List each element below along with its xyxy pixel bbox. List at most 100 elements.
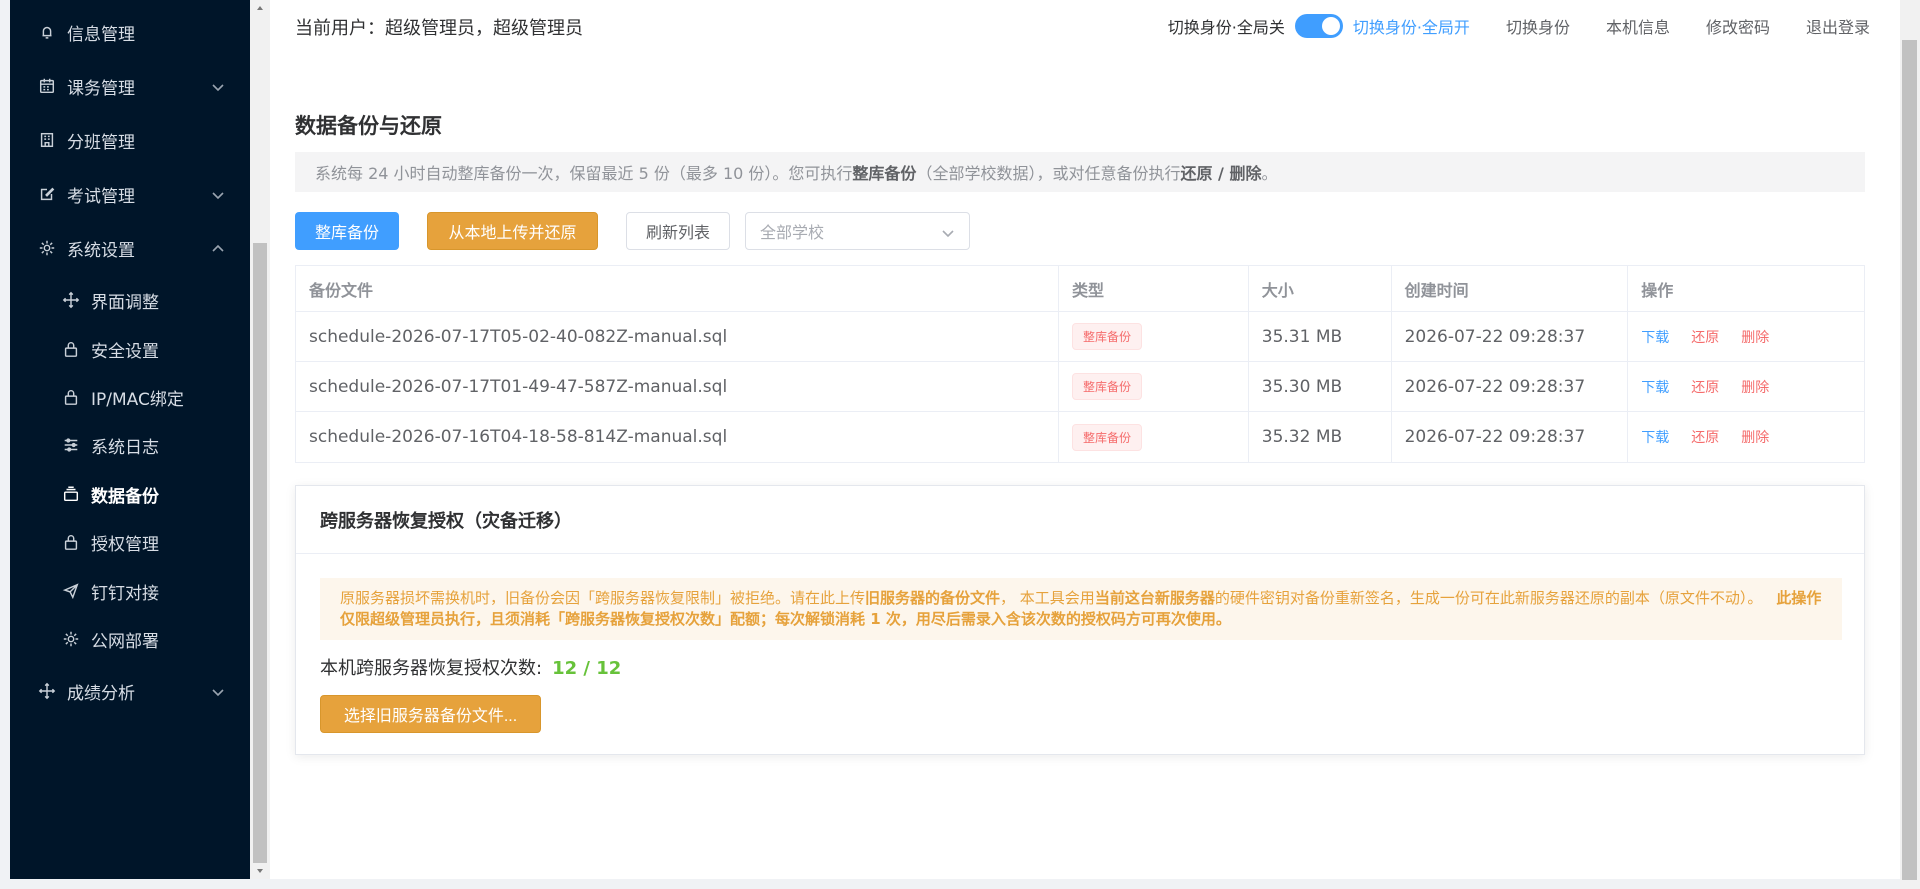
sidebar-item-5[interactable]: 界面调整 (10, 275, 250, 325)
table-row: schedule-2026-07-17T01-49-47-587Z-manual… (296, 362, 1864, 412)
cell-actions: 下载 还原 删除 (1628, 312, 1864, 361)
send-icon (61, 581, 81, 601)
restore-quota: 本机跨服务器恢复授权次数: 12 / 12 (320, 654, 621, 680)
sidebar-item-11[interactable]: 钉钉对接 (10, 566, 250, 616)
table-header-row: 备份文件 类型 大小 创建时间 操作 (296, 266, 1864, 312)
school-select-placeholder: 全部学校 (760, 223, 825, 242)
main-area: 当前用户：超级管理员，超级管理员 切换身份·全局关 切换身份·全局开 切换身份 … (270, 0, 1900, 879)
sidebar-item-7[interactable]: IP/MAC绑定 (10, 372, 250, 422)
warn-text-3: 的硬件密钥对备份重新签名，生成一份可在此新服务器还原的副本（原文件不动）。 (1214, 589, 1763, 607)
logout-link[interactable]: 退出登录 (1806, 14, 1870, 38)
upload-restore-button[interactable]: 从本地上传并还原 (427, 212, 598, 250)
calendar-icon (37, 76, 57, 96)
delete-link[interactable]: 删除 (1741, 427, 1769, 447)
sidebar-scrollbar-thumb[interactable] (253, 243, 267, 863)
backup-table: 备份文件 类型 大小 创建时间 操作 schedule-2026-07-17T0… (295, 265, 1865, 463)
chevron-down-icon (211, 187, 225, 201)
scroll-up-arrow-icon[interactable] (254, 2, 266, 14)
school-select[interactable]: 全部学校 (745, 212, 970, 250)
delete-link[interactable]: 删除 (1741, 377, 1769, 397)
sidebar-item-label: 钉钉对接 (91, 583, 159, 604)
content-panel: 数据备份与还原 系统每 24 小时自动整库备份一次，保留最近 5 份（最多 10… (270, 60, 1900, 879)
sidebar-item-label: 界面调整 (91, 292, 159, 313)
switch-off-label: 切换身份·全局关 (1167, 18, 1285, 37)
sidebar-item-4[interactable]: 系统设置 (10, 223, 250, 273)
cell-file: schedule-2026-07-16T04-18-58-814Z-manual… (296, 412, 1059, 462)
switch-identity-link[interactable]: 切换身份 (1506, 14, 1570, 38)
cell-time: 2026-07-22 09:28:37 (1392, 362, 1629, 411)
cell-type: 整库备份 (1059, 412, 1249, 462)
bell-icon (37, 22, 57, 42)
cell-size: 35.31 MB (1249, 312, 1392, 361)
header-time: 创建时间 (1392, 266, 1629, 311)
header-actions: 切换身份·全局关 切换身份·全局开 切换身份 本机信息 修改密码 退出登录 (1168, 14, 1870, 38)
global-identity-switch[interactable] (1294, 14, 1343, 38)
sidebar-item-8[interactable]: 系统日志 (10, 420, 250, 470)
card-title: 跨服务器恢复授权（灾备迁移） (296, 486, 1864, 554)
chevron-up-icon (211, 241, 225, 255)
top-header: 当前用户：超级管理员，超级管理员 切换身份·全局关 切换身份·全局开 切换身份 … (270, 0, 1900, 60)
sidebar-item-label: 信息管理 (67, 24, 135, 45)
restore-link[interactable]: 还原 (1691, 427, 1719, 447)
sidebar-item-label: 分班管理 (67, 132, 135, 153)
page-scrollbar-thumb[interactable] (1902, 40, 1917, 880)
chevron-down-icon (211, 79, 225, 93)
move-icon (61, 290, 81, 310)
sidebar-item-label: 数据备份 (91, 486, 159, 507)
lock-icon (61, 339, 81, 359)
sidebar-item-label: 系统设置 (67, 240, 135, 261)
sidebar-item-1[interactable]: 课务管理 (10, 61, 250, 111)
sidebar-item-6[interactable]: 安全设置 (10, 324, 250, 374)
table-row: schedule-2026-07-16T04-18-58-814Z-manual… (296, 412, 1864, 462)
table-body: schedule-2026-07-17T05-02-40-082Z-manual… (296, 312, 1864, 462)
delete-link[interactable]: 删除 (1741, 327, 1769, 347)
sidebar-item-label: 公网部署 (91, 631, 159, 652)
switch-on-label: 切换身份·全局开 (1352, 18, 1470, 37)
lock-icon (61, 532, 81, 552)
sidebar-item-13[interactable]: 成绩分析 (10, 666, 250, 716)
sidebar-item-2[interactable]: 分班管理 (10, 115, 250, 165)
sidebar-item-0[interactable]: 信息管理 (10, 7, 250, 57)
machine-info-link[interactable]: 本机信息 (1606, 14, 1670, 38)
cell-size: 35.30 MB (1249, 362, 1392, 411)
sidebar-item-12[interactable]: 公网部署 (10, 614, 250, 664)
chevron-down-icon (941, 225, 955, 239)
cell-actions: 下载 还原 删除 (1628, 412, 1864, 462)
download-link[interactable]: 下载 (1641, 377, 1669, 397)
select-old-backup-button[interactable]: 选择旧服务器备份文件... (320, 695, 541, 733)
cell-file: schedule-2026-07-17T01-49-47-587Z-manual… (296, 362, 1059, 411)
sidebar-item-10[interactable]: 授权管理 (10, 517, 250, 567)
change-password-link[interactable]: 修改密码 (1706, 14, 1770, 38)
sliders-icon (61, 435, 81, 455)
notice-text-2: （全部学校数据），或对任意备份执行 (916, 164, 1181, 183)
sidebar-item-label: 安全设置 (91, 341, 159, 362)
restore-link[interactable]: 还原 (1691, 327, 1719, 347)
download-link[interactable]: 下载 (1641, 327, 1669, 347)
sidebar-item-9[interactable]: 数据备份 (10, 469, 250, 519)
sidebar: 信息管理课务管理分班管理考试管理系统设置界面调整安全设置 IP/MAC绑定 系统日志… (10, 0, 250, 879)
type-tag: 整库备份 (1072, 323, 1143, 350)
chevron-down-icon (211, 684, 225, 698)
refresh-list-button[interactable]: 刷新列表 (626, 212, 730, 250)
cross-server-warning: 原服务器损坏需换机时，旧备份会因「跨服务器恢复限制」被拒绝。请在此上传旧服务器的… (320, 578, 1842, 640)
current-user-text: 当前用户：超级管理员，超级管理员 (295, 18, 583, 39)
cell-time: 2026-07-22 09:28:37 (1392, 312, 1629, 361)
cell-actions: 下载 还原 删除 (1628, 362, 1864, 411)
table-row: schedule-2026-07-17T05-02-40-082Z-manual… (296, 312, 1864, 362)
sidebar-item-3[interactable]: 考试管理 (10, 169, 250, 219)
header-file: 备份文件 (296, 266, 1059, 311)
lock-icon (61, 387, 81, 407)
restore-link[interactable]: 还原 (1691, 377, 1719, 397)
full-backup-button[interactable]: 整库备份 (295, 212, 399, 250)
header-size: 大小 (1249, 266, 1392, 311)
bottom-strip (0, 879, 1920, 889)
warn-text-2: ， 本工具会用 (1000, 589, 1095, 607)
notice-text-1: 系统每 24 小时自动整库备份一次，保留最近 5 份（最多 10 份）。您可执行 (315, 164, 853, 183)
sidebar-item-label: 考试管理 (67, 186, 135, 207)
scroll-down-arrow-icon[interactable] (254, 865, 266, 877)
backup-notice: 系统每 24 小时自动整库备份一次，保留最近 5 份（最多 10 份）。您可执行… (295, 152, 1865, 192)
download-link[interactable]: 下载 (1641, 427, 1669, 447)
notice-bold-2: 还原 / 删除 (1180, 164, 1262, 183)
quota-label: 本机跨服务器恢复授权次数: (320, 658, 543, 679)
building-icon (37, 130, 57, 150)
